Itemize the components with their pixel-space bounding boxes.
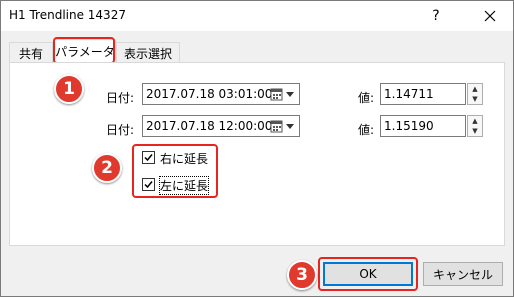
calendar-icon — [270, 120, 294, 133]
close-button[interactable] — [467, 1, 513, 31]
value1-label: 値: — [358, 91, 375, 105]
tab-highlight-box — [53, 37, 115, 64]
value1-input[interactable]: 1.14711 — [380, 83, 466, 105]
extend-left-checkbox[interactable] — [142, 178, 155, 191]
checkmark-icon — [144, 181, 153, 189]
title-bar[interactable]: H1 Trendline 14327 ? — [1, 1, 513, 31]
cancel-button[interactable]: キャンセル — [423, 262, 503, 286]
tab-display-selection[interactable]: 表示選択 — [116, 42, 180, 63]
ok-highlight-box — [318, 257, 418, 291]
window-title: H1 Trendline 14327 — [9, 8, 126, 22]
calendar-dropdown[interactable] — [270, 119, 296, 134]
calendar-icon — [270, 88, 294, 101]
checkmark-icon — [144, 154, 153, 162]
spin-up-icon[interactable]: ▲ — [468, 116, 482, 126]
value1-text: 1.14711 — [384, 87, 434, 101]
trendline-properties-dialog: H1 Trendline 14327 ? 共有 表示選択 パラメータ 日付: 2… — [0, 0, 514, 297]
tab-common-label: 共有 — [18, 46, 43, 61]
close-icon — [484, 10, 496, 22]
extend-right-checkbox[interactable] — [142, 151, 155, 164]
spin-up-icon[interactable]: ▲ — [468, 84, 482, 94]
tab-display-selection-label: 表示選択 — [123, 46, 172, 61]
extend-left-label[interactable]: 左に延長 — [158, 176, 210, 195]
extend-right-label[interactable]: 右に延長 — [160, 150, 208, 167]
spin-down-icon[interactable]: ▼ — [468, 94, 482, 104]
date2-picker[interactable]: 2017.07.18 12:00:00 — [142, 115, 300, 137]
value2-spinner[interactable]: ▲ ▼ — [467, 115, 483, 137]
step-badge-2: 2 — [92, 153, 122, 183]
date2-label: 日付: — [106, 123, 135, 137]
value2-input[interactable]: 1.15190 — [380, 115, 466, 137]
value2-text: 1.15190 — [384, 119, 434, 133]
date1-label: 日付: — [106, 91, 135, 105]
spin-down-icon[interactable]: ▼ — [468, 126, 482, 136]
help-icon: ? — [432, 8, 440, 24]
calendar-dropdown[interactable] — [270, 87, 296, 102]
step-badge-1: 1 — [54, 74, 84, 104]
value2-label: 値: — [358, 123, 375, 137]
date2-value: 2017.07.18 12:00:00 — [146, 119, 273, 133]
date1-value: 2017.07.18 03:01:00 — [146, 87, 273, 101]
cancel-label: キャンセル — [432, 267, 493, 282]
date1-picker[interactable]: 2017.07.18 03:01:00 — [142, 83, 300, 105]
step-badge-3: 3 — [287, 260, 317, 290]
help-button[interactable]: ? — [413, 1, 459, 31]
value1-spinner[interactable]: ▲ ▼ — [467, 83, 483, 105]
tab-common[interactable]: 共有 — [9, 42, 53, 63]
